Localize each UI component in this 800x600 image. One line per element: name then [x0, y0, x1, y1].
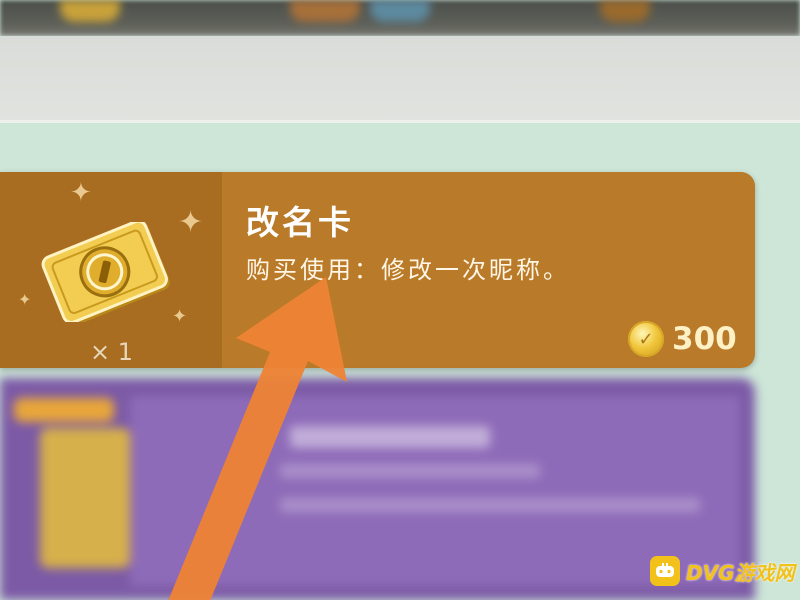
item-title — [290, 426, 490, 448]
item-price: 300 — [672, 321, 737, 357]
price-button[interactable]: ✓ 300 — [628, 321, 737, 357]
banner-blob — [60, 0, 120, 22]
item-icon — [40, 428, 130, 568]
sparkle-icon: ✦ — [18, 290, 32, 309]
item-quantity: × 1 — [90, 338, 134, 366]
watermark-text: DVG游戏网 — [686, 560, 795, 585]
banner-blob — [290, 0, 360, 22]
header-band — [0, 36, 800, 123]
coin-icon: ✓ — [628, 321, 664, 357]
sparkle-icon: ✦ — [70, 178, 92, 208]
banner-blob — [370, 0, 430, 22]
sparkle-icon: ✦ — [172, 306, 188, 327]
sparkle-icon: ✦ — [178, 205, 204, 240]
top-banner — [0, 0, 800, 36]
next-shop-item[interactable] — [0, 378, 755, 600]
gamepad-icon — [650, 556, 680, 586]
item-description — [280, 464, 540, 478]
item-description: 购买使用：修改一次昵称。 — [246, 256, 570, 284]
watermark: DVG游戏网 — [650, 556, 795, 586]
item-tag — [14, 398, 114, 422]
item-description — [280, 498, 700, 512]
item-panel — [130, 396, 740, 586]
banner-blob — [600, 0, 650, 22]
rename-card-icon — [41, 222, 170, 322]
item-title: 改名卡 — [246, 203, 354, 242]
